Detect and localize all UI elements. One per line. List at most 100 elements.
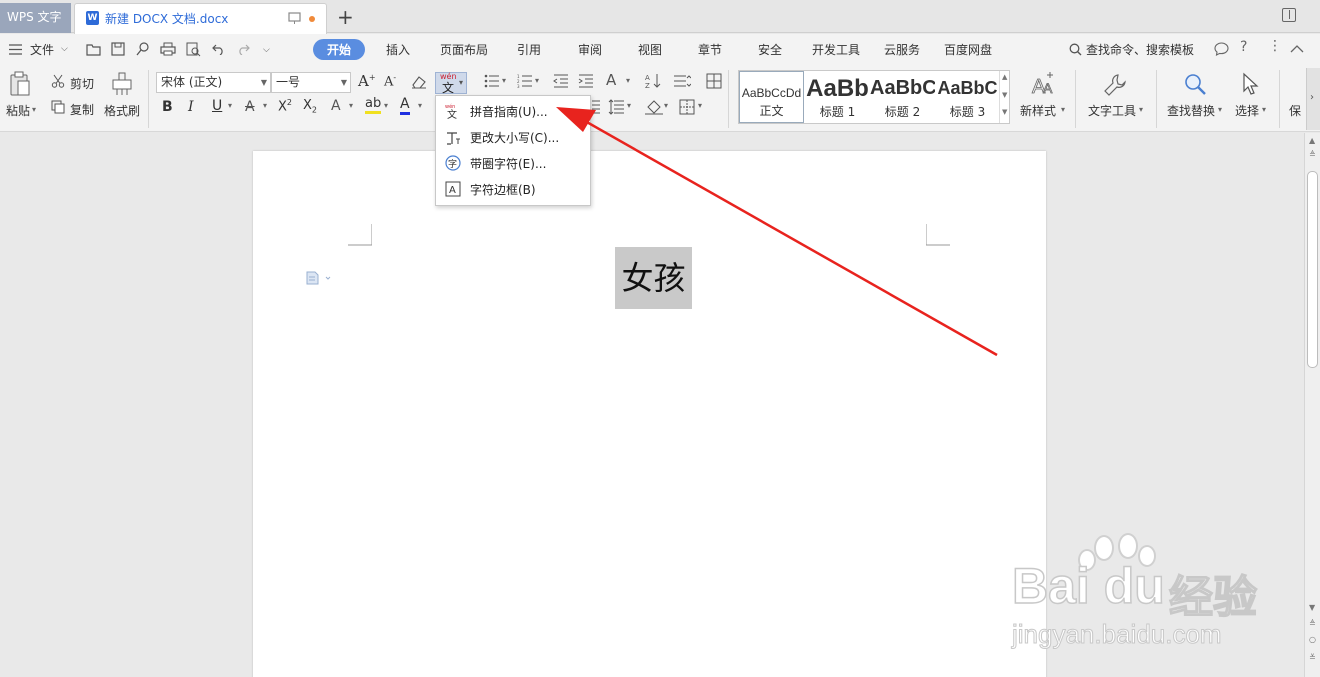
new-style-button[interactable]: 新样式 (1020, 102, 1056, 119)
sort-icon[interactable]: AZ (645, 73, 661, 89)
text-direction-dropdown-icon[interactable]: ▾ (626, 76, 630, 85)
select-button[interactable]: 选择 (1235, 102, 1259, 119)
collapse-ribbon-icon[interactable] (1290, 45, 1304, 53)
menu-tab-page-layout[interactable]: 页面布局 (440, 41, 488, 58)
menu-tab-view[interactable]: 视图 (638, 41, 662, 58)
font-color-dropdown-icon[interactable]: ▾ (418, 101, 422, 110)
customize-quickaccess-icon[interactable]: ⌵ (263, 45, 270, 55)
next-page-icon[interactable]: ≚ (1309, 653, 1316, 662)
help-icon[interactable]: ? (1240, 39, 1247, 55)
window-layout-icon[interactable] (1282, 8, 1296, 22)
grow-font-icon[interactable]: A+ (358, 72, 376, 90)
selected-text[interactable]: 女孩 (615, 247, 692, 309)
search-icon[interactable] (1069, 43, 1082, 56)
scroll-down-icon[interactable]: ▼ (1002, 91, 1007, 99)
prev-page-icon[interactable]: ≜ (1309, 619, 1316, 628)
print-icon[interactable] (160, 42, 176, 56)
paragraph-spacing-icon[interactable] (608, 99, 624, 115)
decrease-indent-icon[interactable] (553, 74, 569, 88)
copy-icon[interactable] (51, 100, 65, 114)
menu-tab-security[interactable]: 安全 (758, 41, 782, 58)
shading-icon[interactable] (645, 99, 663, 115)
superscript-button[interactable]: X2 (278, 98, 292, 114)
find-replace-button[interactable]: 查找替换 (1167, 102, 1215, 119)
text-tools-dropdown-icon[interactable]: ▾ (1139, 105, 1143, 114)
clear-format-icon[interactable] (411, 75, 427, 89)
menu-tab-developer[interactable]: 开发工具 (812, 41, 860, 58)
redo-icon[interactable] (237, 43, 250, 55)
text-effect-button[interactable]: A (331, 98, 341, 114)
menu-file[interactable]: 文件 (30, 41, 54, 58)
highlight-button[interactable]: ab (365, 97, 382, 114)
style-heading-1[interactable]: AaBb 标题 1 (805, 71, 870, 123)
menu-tab-baidu-netdisk[interactable]: 百度网盘 (944, 41, 992, 58)
borders-icon[interactable] (679, 99, 695, 115)
bullet-list-icon[interactable] (484, 74, 500, 88)
style-normal[interactable]: AaBbCcDd 正文 (739, 71, 804, 123)
new-style-dropdown-icon[interactable]: ▾ (1061, 105, 1065, 114)
scroll-up-icon[interactable]: ▲ (1002, 73, 1007, 81)
text-direction-icon[interactable]: A (606, 71, 616, 89)
styles-scroll[interactable]: ▲ ▼ ▼ (999, 71, 1010, 123)
shading-dropdown-icon[interactable]: ▾ (664, 101, 668, 110)
paragraph-marker-icon[interactable] (306, 271, 332, 285)
undo-icon[interactable] (212, 43, 225, 55)
bold-button[interactable]: B (162, 99, 173, 115)
numbered-list-icon[interactable]: 123 (517, 74, 533, 88)
chat-icon[interactable] (1214, 42, 1229, 56)
monitor-icon[interactable] (288, 12, 301, 25)
new-tab-button[interactable]: + (337, 5, 354, 29)
hamburger-icon[interactable] (9, 44, 22, 55)
menu-tab-cloud[interactable]: 云服务 (884, 41, 920, 58)
wrench-icon[interactable] (1103, 73, 1127, 97)
menu-tab-home[interactable]: 开始 (313, 39, 366, 60)
copy-button[interactable]: 复制 (70, 101, 94, 118)
strikethrough-button[interactable]: A (245, 99, 255, 115)
menu-item-character-border[interactable]: A 字符边框(B) (436, 176, 590, 202)
paragraph-spacing-dropdown-icon[interactable]: ▾ (627, 101, 631, 110)
underline-dropdown-icon[interactable]: ▾ (228, 101, 232, 110)
cut-button[interactable]: 剪切 (70, 75, 94, 92)
borders-dropdown-icon[interactable]: ▾ (698, 101, 702, 110)
scrollbar-thumb[interactable] (1307, 171, 1318, 368)
menu-tab-review[interactable]: 审阅 (578, 41, 602, 58)
save-partial-button[interactable]: 保 (1289, 102, 1301, 119)
print-preview-icon[interactable] (136, 42, 150, 56)
font-name-select[interactable]: 宋体 (正文) ▼ (156, 72, 271, 93)
app-tab-wps[interactable]: WPS 文字 (0, 3, 71, 33)
paste-icon[interactable] (9, 71, 31, 99)
table-icon[interactable] (706, 73, 722, 89)
scroll-down-icon[interactable]: ▼ (1309, 603, 1315, 612)
menu-item-pinyin-guide[interactable]: wén 文 拼音指南(U)... (436, 98, 590, 124)
double-up-icon[interactable]: ≜ (1309, 150, 1316, 159)
format-painter-icon[interactable] (111, 72, 133, 96)
paste-button[interactable]: 粘贴 (6, 102, 30, 119)
save-icon[interactable] (111, 42, 125, 56)
select-cursor-icon[interactable] (1241, 72, 1259, 96)
style-heading-2[interactable]: AaBbC 标题 2 (870, 71, 935, 123)
vertical-scrollbar[interactable]: ▲ ≜ ▼ ≜ ○ ≚ (1304, 133, 1320, 677)
font-color-button[interactable]: A (400, 96, 410, 115)
menu-tab-chapter[interactable]: 章节 (698, 41, 722, 58)
strikethrough-dropdown-icon[interactable]: ▾ (263, 101, 267, 110)
shrink-font-icon[interactable]: A- (384, 73, 396, 89)
open-icon[interactable] (86, 43, 101, 56)
menu-item-enclosed-characters[interactable]: 字 带圈字符(E)... (436, 150, 590, 176)
find-replace-icon[interactable] (1183, 72, 1207, 96)
style-heading-3[interactable]: AaBbC 标题 3 (935, 71, 1000, 123)
scroll-up-icon[interactable]: ▲ (1309, 136, 1315, 145)
align-justify-icon[interactable] (592, 100, 600, 114)
format-painter-button[interactable]: 格式刷 (104, 102, 140, 119)
new-style-icon[interactable]: AA (1030, 71, 1054, 97)
find-doc-icon[interactable] (186, 42, 201, 57)
menu-tab-references[interactable]: 引用 (517, 41, 541, 58)
bullet-dropdown-icon[interactable]: ▾ (502, 76, 506, 85)
expand-styles-icon[interactable]: ▼ (1002, 108, 1007, 116)
numbered-dropdown-icon[interactable]: ▾ (535, 76, 539, 85)
more-options-icon[interactable]: ⋮ (1268, 38, 1282, 54)
font-size-select[interactable]: 一号 ▼ (271, 72, 351, 93)
document-tab[interactable]: W 新建 DOCX 文档.docx (74, 3, 327, 34)
text-effect-dropdown-icon[interactable]: ▾ (349, 101, 353, 110)
underline-button[interactable]: U (212, 98, 222, 114)
find-replace-dropdown-icon[interactable]: ▾ (1218, 105, 1222, 114)
